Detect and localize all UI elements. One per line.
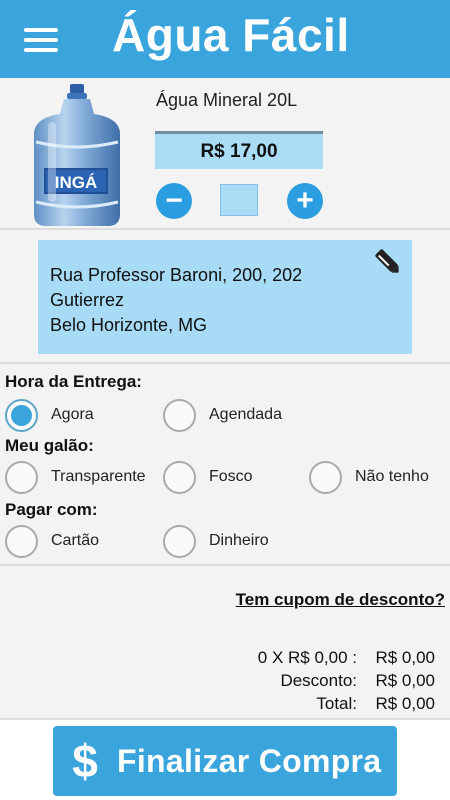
delivery-time-label: Hora da Entrega: — [5, 372, 142, 391]
radio-gallon-frosted[interactable]: Fosco — [163, 460, 253, 494]
radio-circle — [163, 460, 196, 494]
radio-label: Cartão — [51, 532, 100, 549]
product-name: Água Mineral 20L — [156, 90, 298, 110]
radio-circle — [5, 460, 38, 494]
address-city: Belo Horizonte, MG — [50, 315, 208, 335]
water-jug-icon: INGÁ — [34, 84, 120, 226]
menu-icon[interactable] — [24, 28, 58, 54]
radio-label: Agendada — [209, 406, 282, 423]
address-neighborhood: Gutierrez — [50, 290, 125, 310]
quantity-input[interactable] — [220, 184, 258, 216]
edit-pen-icon[interactable] — [372, 246, 404, 278]
discount-value: R$ 0,00 — [375, 671, 435, 690]
radio-label: Transparente — [51, 468, 146, 485]
divider — [0, 362, 450, 364]
discount-label: Desconto: — [280, 671, 357, 690]
brand-label: INGÁ — [55, 173, 98, 192]
address-card[interactable]: Rua Professor Baroni, 200, 202 Gutierrez… — [38, 240, 412, 354]
checkout-button[interactable]: $ Finalizar Compra — [53, 726, 397, 796]
radio-payment-cash[interactable]: Dinheiro — [163, 524, 269, 558]
dollar-icon: $ — [72, 735, 98, 787]
radio-delivery-scheduled[interactable]: Agendada — [163, 398, 282, 432]
radio-circle — [5, 524, 38, 558]
payment-label: Pagar com: — [5, 500, 98, 519]
radio-circle — [5, 398, 38, 432]
gallon-label: Meu galão: — [5, 436, 94, 455]
checkout-footer: $ Finalizar Compra — [0, 718, 450, 800]
total-label: Total: — [316, 694, 357, 713]
radio-payment-card[interactable]: Cartão — [5, 524, 99, 558]
radio-label: Fosco — [209, 468, 253, 485]
radio-delivery-now[interactable]: Agora — [5, 398, 94, 432]
product-price: R$ 17,00 — [155, 131, 323, 169]
radio-label: Agora — [51, 406, 94, 423]
app-bar: Água Fácil — [0, 0, 450, 78]
coupon-link[interactable]: Tem cupom de desconto? — [236, 590, 445, 610]
address-street: Rua Professor Baroni, 200, 202 — [50, 265, 303, 285]
total-value: R$ 0,00 — [375, 694, 435, 713]
subtotal-value: R$ 0,00 — [375, 648, 435, 667]
radio-circle — [163, 398, 196, 432]
subtotal-label: 0 X R$ 0,00 : — [257, 648, 357, 667]
radio-gallon-transparent[interactable]: Transparente — [5, 460, 146, 494]
radio-circle — [309, 460, 342, 494]
radio-label: Dinheiro — [209, 532, 269, 549]
checkout-label: Finalizar Compra — [117, 742, 382, 779]
radio-gallon-none[interactable]: Não tenho — [309, 460, 429, 494]
radio-label: Não tenho — [355, 468, 429, 485]
product-section: INGÁ Água Mineral 20L R$ 17,00 − + — [0, 78, 450, 230]
app-title: Água Fácil — [112, 9, 350, 61]
decrease-quantity-button[interactable]: − — [156, 183, 192, 219]
increase-quantity-button[interactable]: + — [287, 183, 323, 219]
order-totals: 0 X R$ 0,00 : R$ 0,00 Desconto: R$ 0,00 … — [258, 646, 435, 715]
radio-circle — [163, 524, 196, 558]
subtotal-row: 0 X R$ 0,00 : R$ 0,00 — [258, 646, 435, 669]
discount-row: Desconto: R$ 0,00 — [258, 669, 435, 692]
total-row: Total: R$ 0,00 — [258, 692, 435, 715]
divider — [0, 564, 450, 566]
